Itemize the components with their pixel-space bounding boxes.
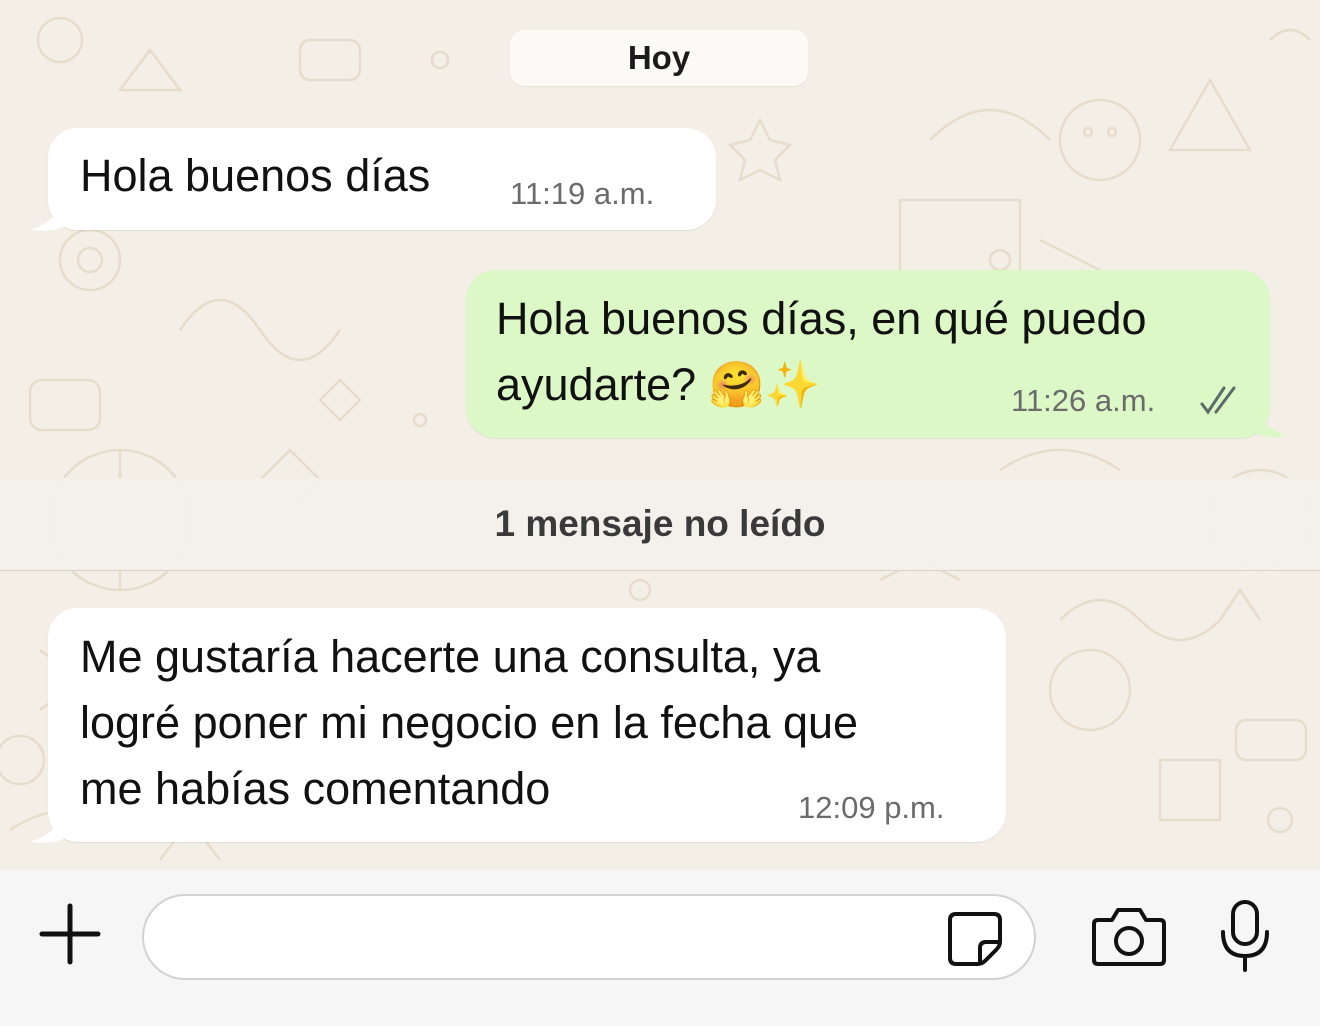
bubble-tail [1248, 398, 1288, 437]
message-text-line-2: logré poner mi negocio en la fecha que [80, 697, 859, 748]
outgoing-message[interactable]: Hola buenos días, en qué puedo ayudarte?… [466, 270, 1288, 438]
bubble-tail [30, 804, 70, 843]
unread-label: 1 mensaje no leído [494, 503, 826, 544]
date-label: Hoy [627, 39, 691, 76]
message-time: 12:09 p.m. [798, 790, 945, 825]
message-text-line-1: Hola buenos días, en qué puedo [496, 293, 1147, 344]
message-text: Hola buenos días [80, 150, 431, 201]
message-time: 11:26 a.m. [1011, 383, 1156, 418]
bubble-tail [30, 192, 70, 231]
date-separator: Hoy [510, 30, 808, 86]
incoming-message[interactable]: Hola buenos días 11:19 a.m. [30, 128, 716, 231]
message-text-line-3: me habías comentando [80, 763, 551, 814]
unread-messages-divider: 1 mensaje no leído [0, 478, 1320, 571]
message-input[interactable] [174, 914, 938, 962]
message-text-line-1: Me gustaría hacerte una consulta, ya [80, 631, 821, 682]
plus-icon[interactable] [38, 902, 102, 966]
message-input-field[interactable] [142, 894, 1036, 980]
double-check-icon [1200, 386, 1236, 415]
camera-icon[interactable] [1092, 906, 1166, 966]
incoming-message[interactable]: Me gustaría hacerte una consulta, ya log… [30, 608, 1006, 843]
microphone-icon[interactable] [1218, 900, 1272, 972]
message-time: 11:19 a.m. [510, 176, 655, 211]
message-text-line-2: ayudarte? 🤗✨ [496, 359, 821, 410]
sticker-icon[interactable] [946, 910, 1004, 968]
